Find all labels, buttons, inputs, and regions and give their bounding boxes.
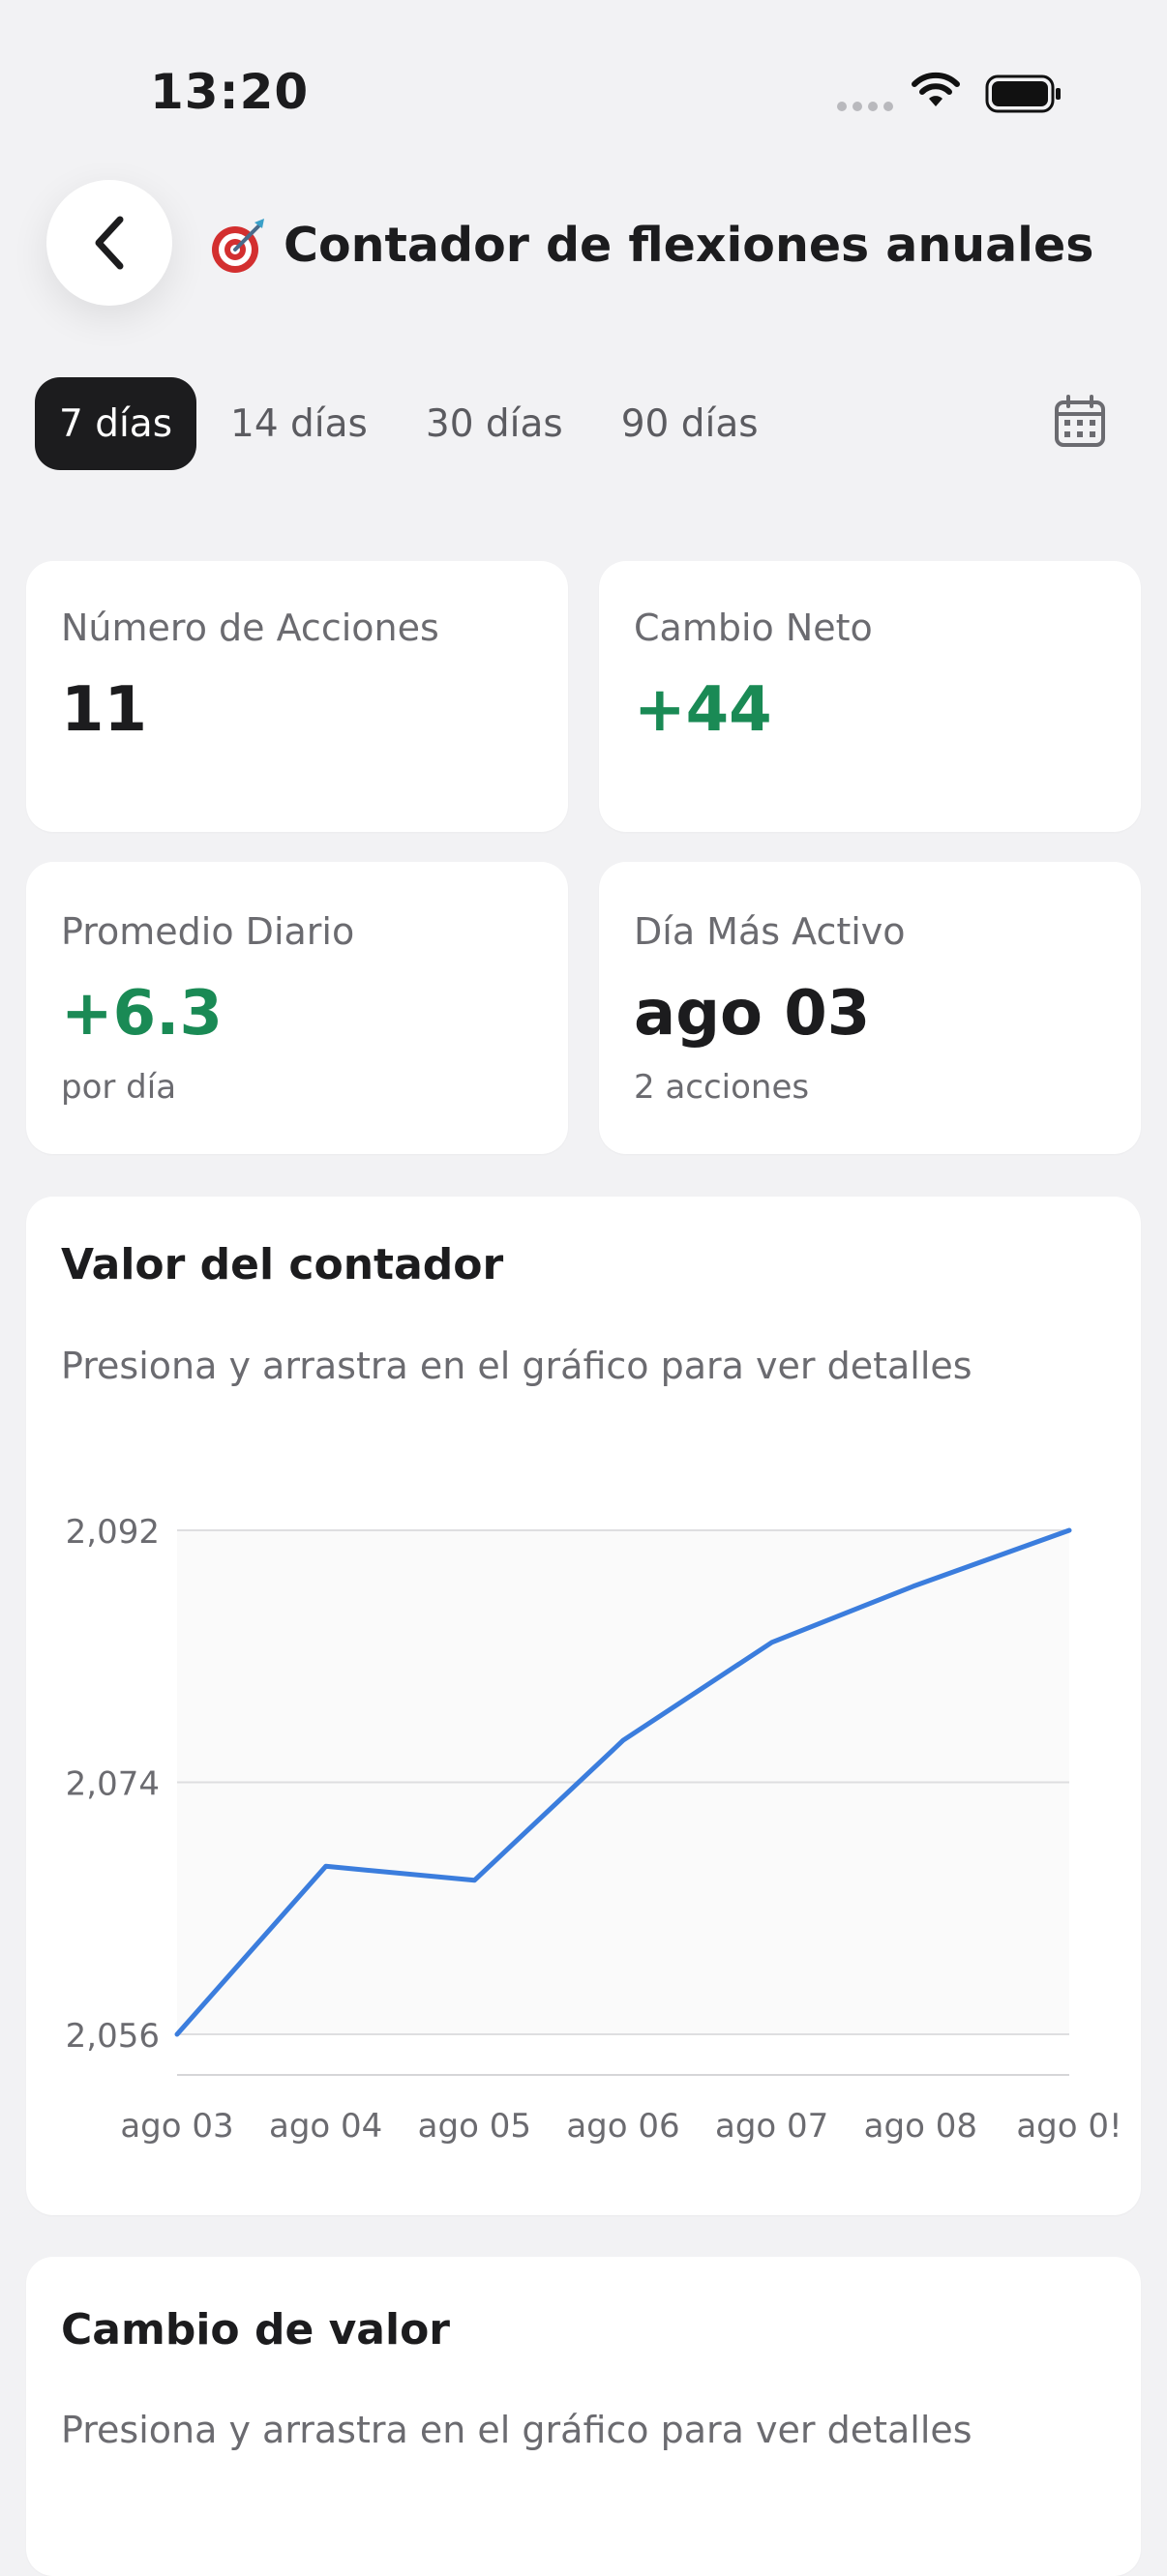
data-point — [174, 2031, 180, 2037]
data-point — [911, 1584, 916, 1589]
x-tick-label: ago 06 — [566, 2107, 679, 2146]
stat-sub: 2 acciones — [634, 1068, 810, 1107]
wifi-icon — [912, 72, 960, 106]
tab-7-days[interactable]: 7 días — [35, 377, 197, 470]
tab-30-days[interactable]: 30 días — [402, 377, 587, 470]
y-tick-label: 2,092 — [66, 1513, 160, 1552]
stat-value: +44 — [634, 674, 772, 746]
stat-label: Promedio Diario — [61, 910, 355, 953]
stat-label: Día Más Activo — [634, 910, 906, 953]
stat-card-actions: Número de Acciones 11 — [26, 561, 568, 832]
data-point — [1066, 1527, 1072, 1533]
tab-90-days[interactable]: 90 días — [597, 377, 783, 470]
status-time: 13:20 — [150, 64, 310, 120]
target-icon — [208, 215, 268, 275]
status-bar: 13:20 — [0, 0, 1167, 184]
chevron-left-icon — [95, 216, 124, 270]
stat-value: ago 03 — [634, 978, 871, 1050]
back-button[interactable] — [46, 180, 172, 306]
value-line-chart[interactable]: 2,056 2,074 2,092 ago 03 ago 04 ago 05 ago 06 a… — [26, 1197, 1141, 2215]
change-chart-card[interactable]: Cambio de valor Presiona y arrastra en e… — [26, 2257, 1141, 2576]
page-title: Contador de flexiones anuales — [208, 215, 1093, 275]
tab-14-days[interactable]: 14 días — [206, 377, 392, 470]
x-tick-label: ago 0! — [1016, 2107, 1122, 2146]
calendar-icon[interactable] — [1051, 393, 1109, 451]
data-point — [769, 1640, 775, 1645]
x-tick-label: ago 07 — [715, 2107, 828, 2146]
stat-value: +6.3 — [61, 978, 223, 1050]
stat-label: Cambio Neto — [634, 607, 873, 649]
x-tick-label: ago 04 — [269, 2107, 382, 2146]
y-tick-label: 2,056 — [66, 2017, 160, 2056]
stat-sub: por día — [61, 1068, 177, 1107]
chart-title: Cambio de valor — [61, 2305, 450, 2354]
y-tick-label: 2,074 — [66, 1765, 160, 1804]
signal-dots-icon — [837, 102, 893, 111]
stat-value: 11 — [61, 674, 148, 746]
stat-card-most-active-day: Día Más Activo ago 03 2 acciones — [599, 862, 1141, 1154]
data-point — [323, 1863, 329, 1869]
x-tick-label: ago 08 — [864, 2107, 977, 2146]
x-tick-label: ago 05 — [418, 2107, 531, 2146]
x-tick-label: ago 03 — [120, 2107, 233, 2146]
data-point — [620, 1737, 626, 1743]
data-point — [471, 1878, 477, 1883]
stat-card-net-change: Cambio Neto +44 — [599, 561, 1141, 832]
stat-card-daily-average: Promedio Diario +6.3 por día — [26, 862, 568, 1154]
title-text: Contador de flexiones anuales — [284, 217, 1094, 273]
chart-hint: Presiona y arrastra en el gráfico para v… — [61, 2409, 972, 2451]
battery-icon — [985, 74, 1061, 113]
header: Contador de flexiones anuales — [0, 174, 1167, 310]
stat-label: Número de Acciones — [61, 607, 439, 649]
range-tabs: 7 días 14 días 30 días 90 días — [35, 377, 793, 470]
value-chart-card[interactable]: Valor del contador Presiona y arrastra e… — [26, 1197, 1141, 2215]
